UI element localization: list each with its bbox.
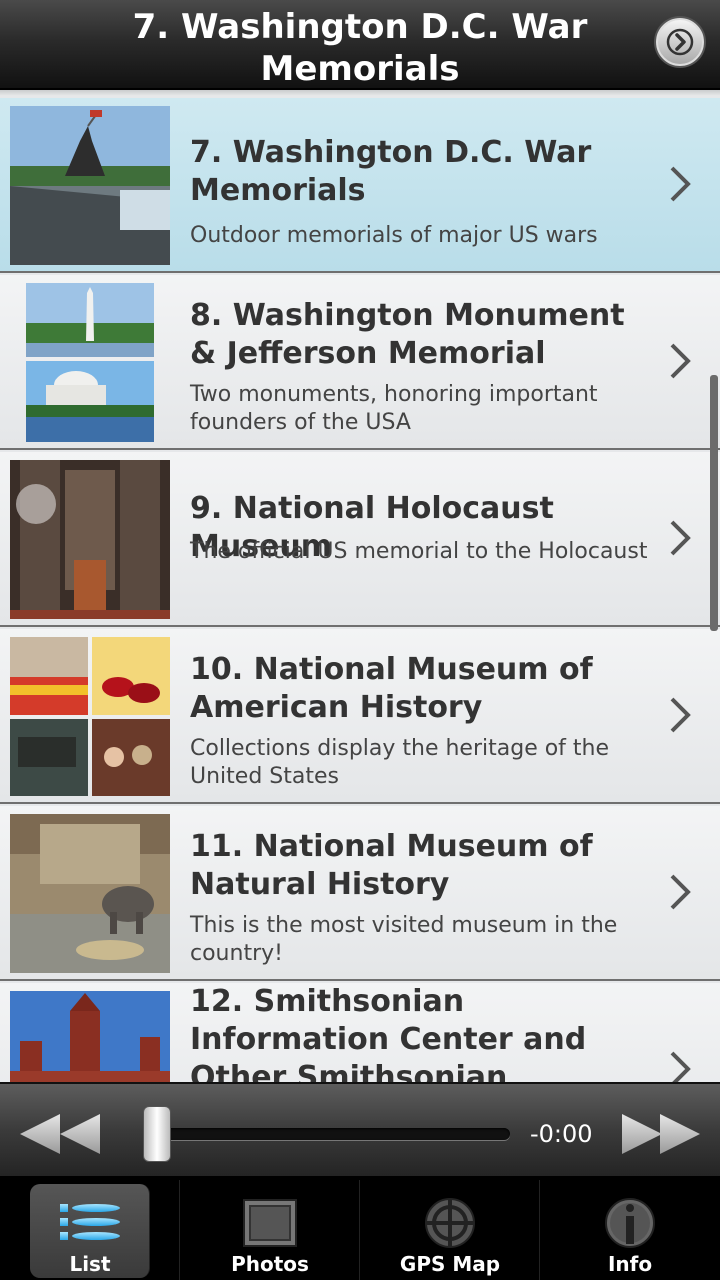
tour-stop-list[interactable]: 7. Washington D.C. War Memorials Outdoor… — [0, 90, 720, 1082]
next-button[interactable] — [656, 18, 704, 66]
tab-info[interactable]: Info — [540, 1180, 720, 1280]
list-item-9[interactable]: 9. National Holocaust Museum The officia… — [0, 452, 720, 627]
item-description: Outdoor memorials of major US wars — [190, 223, 598, 248]
list-top-divider — [0, 90, 720, 96]
item-description: The official US memorial to the Holocaus… — [190, 539, 648, 564]
fast-forward-button[interactable] — [618, 1112, 702, 1156]
tab-list[interactable]: List — [0, 1180, 180, 1280]
tab-label: Photos — [231, 1252, 309, 1276]
gps-map-icon — [425, 1198, 475, 1248]
rewind-button[interactable] — [20, 1112, 104, 1156]
list-item-11[interactable]: 11. National Museum of Natural History T… — [0, 806, 720, 981]
tab-gps-map[interactable]: GPS Map — [360, 1180, 540, 1280]
item-title: 12. Smithsonian Information Center and O… — [190, 984, 587, 1082]
list-item-10[interactable]: 10. National Museum of American History … — [0, 629, 720, 804]
time-remaining: -0:00 — [530, 1120, 593, 1148]
chevron-right-icon — [670, 697, 691, 733]
tab-photos[interactable]: Photos — [180, 1180, 360, 1280]
page-title: 7. Washington D.C. War Memorials — [132, 7, 588, 89]
thumbnail-natural-history — [10, 814, 170, 973]
thumbnail-war-memorials — [10, 106, 170, 265]
chevron-right-icon — [670, 874, 691, 910]
thumbnail-holocaust-museum — [10, 460, 170, 619]
chevron-right-circle-icon — [666, 28, 694, 56]
list-item-7[interactable]: 7. Washington D.C. War Memorials Outdoor… — [0, 98, 720, 273]
item-title: 11. National Museum of Natural History — [190, 829, 593, 902]
list-item-8[interactable]: 8. Washington Monument & Jefferson Memor… — [0, 275, 720, 450]
chevron-right-icon — [670, 1051, 691, 1082]
chevron-right-icon — [670, 166, 691, 202]
header-bar: 7. Washington D.C. War Memorials — [0, 0, 720, 90]
audio-player: -0:00 — [0, 1082, 720, 1178]
item-title: 10. National Museum of American History — [190, 652, 593, 725]
thumbnail-american-history — [10, 637, 170, 796]
item-title: 7. Washington D.C. War Memorials — [190, 135, 592, 208]
tab-label: GPS Map — [399, 1252, 501, 1276]
chevron-right-icon — [670, 520, 691, 556]
bottom-tab-bar: List Photos GPS Map Info — [0, 1180, 720, 1280]
tab-label: Info — [607, 1252, 653, 1276]
item-description: Two monuments, honoring important founde… — [190, 382, 598, 435]
list-scrollbar[interactable] — [710, 375, 718, 631]
thumbnail-smithsonian-castle — [10, 991, 170, 1082]
photos-icon — [243, 1199, 297, 1247]
item-description: Collections display the heritage of the … — [190, 736, 610, 789]
info-icon — [605, 1198, 655, 1248]
chevron-right-icon — [670, 343, 691, 379]
thumbnail-monuments — [10, 283, 170, 442]
tab-label: List — [69, 1252, 111, 1276]
seek-slider-thumb[interactable] — [143, 1106, 171, 1162]
item-description: This is the most visited museum in the c… — [190, 913, 618, 966]
item-title: 8. Washington Monument & Jefferson Memor… — [190, 298, 625, 371]
list-icon — [60, 1204, 120, 1240]
seek-track[interactable] — [150, 1128, 510, 1140]
list-item-12[interactable]: 12. Smithsonian Information Center and O… — [0, 983, 720, 1082]
